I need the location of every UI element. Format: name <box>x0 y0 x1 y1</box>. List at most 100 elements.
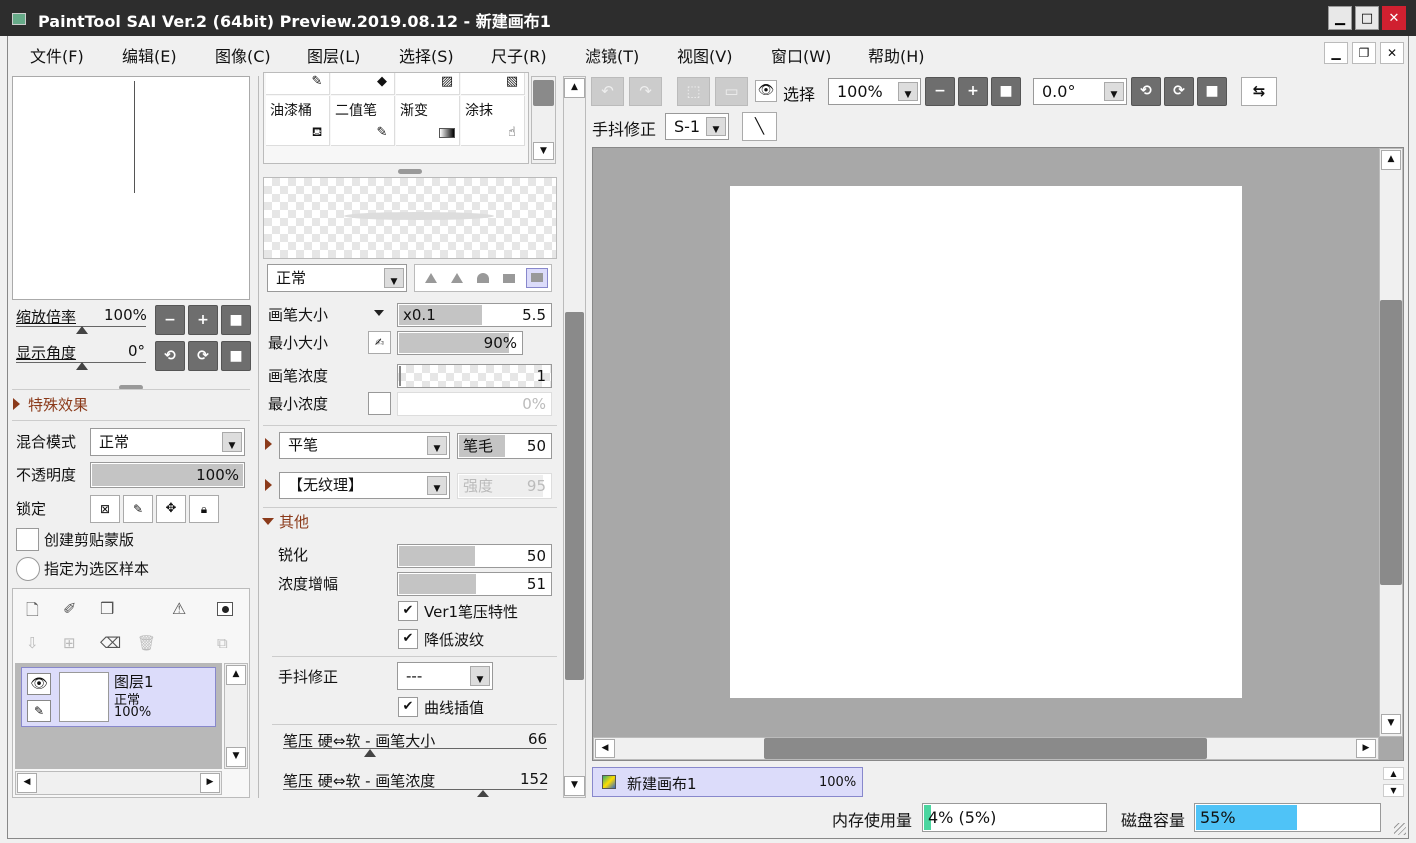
brush-edge-1-icon[interactable] <box>425 273 437 283</box>
canvas-stabilizer-select[interactable]: S-1 ▼ <box>665 113 729 140</box>
canvas-angle-select[interactable]: 0.0° ▼ <box>1033 78 1127 105</box>
doc-restore-button[interactable]: ❐ <box>1352 42 1376 64</box>
blend-mode-select[interactable]: 正常 ▼ <box>90 428 245 456</box>
brush-panel-scroll-thumb[interactable] <box>565 312 584 680</box>
zoom-slider-handle[interactable] <box>76 326 88 334</box>
texture-expand-icon[interactable] <box>265 479 272 491</box>
menu-window[interactable]: 窗口(W) <box>771 43 831 67</box>
brush-edge-4-icon[interactable] <box>503 274 515 283</box>
delete-layer-icon[interactable]: 🗑︎ <box>137 634 156 652</box>
doc-close-button[interactable]: ✕ <box>1380 42 1404 64</box>
brush-type-select[interactable]: 平笔 ▼ <box>279 432 450 459</box>
invert-selection-button[interactable]: ▭ <box>715 77 748 106</box>
new-linework-layer-icon[interactable]: ✐ <box>63 599 76 618</box>
layer-row-1[interactable]: 👁︎ ✎ 图层1 正常 100% <box>21 667 216 727</box>
layer-scroll-up-button[interactable]: ▲ <box>226 665 246 685</box>
tool-grid-scroll-down-button[interactable]: ▼ <box>533 142 554 160</box>
sharpen-slider[interactable]: 50 <box>397 544 552 568</box>
brush-edge-5-icon[interactable] <box>526 268 548 288</box>
undo-button[interactable]: ↶ <box>591 77 624 106</box>
selection-sample-radio[interactable] <box>16 557 40 581</box>
pen-icon[interactable]: ✎ <box>27 700 51 722</box>
texture-select[interactable]: 【无纹理】 ▼ <box>279 472 450 499</box>
tool-grid-scroll-thumb[interactable] <box>533 80 554 106</box>
maximize-button[interactable]: □ <box>1355 6 1379 30</box>
canvas-rotate-reset-button[interactable]: ■ <box>1197 77 1227 106</box>
opacity-slider[interactable]: 100% <box>90 462 245 488</box>
menu-help[interactable]: 帮助(H) <box>868 43 925 67</box>
tool-eraser[interactable]: ◆ <box>331 73 395 95</box>
effects-label[interactable]: 特殊效果 <box>28 394 88 415</box>
lock-move-icon[interactable]: ✥ <box>156 495 186 523</box>
menu-file[interactable]: 文件(F) <box>30 43 84 67</box>
menu-filter[interactable]: 滤镜(T) <box>585 43 639 67</box>
deselect-button[interactable]: ⬚ <box>677 77 710 106</box>
canvas-viewport[interactable] <box>592 147 1404 761</box>
brush-size-slider[interactable]: x0.1 5.5 <box>397 303 552 327</box>
resize-grip-icon[interactable] <box>1394 823 1406 835</box>
canvas-vscroll-thumb[interactable] <box>1380 300 1402 585</box>
zoom-in-button[interactable]: + <box>188 305 218 335</box>
canvas-rotate-right-button[interactable]: ⟳ <box>1164 77 1194 106</box>
clear-layer-icon[interactable]: ⌫ <box>100 634 121 652</box>
bristle-slider[interactable]: 笔毛 50 <box>457 433 552 459</box>
pressure-density-slider[interactable] <box>283 789 547 790</box>
flip-horizontal-button[interactable]: ⇆ <box>1241 77 1277 106</box>
minimize-button[interactable]: ▁ <box>1328 6 1352 30</box>
layer-scroll-left-button[interactable]: ◀ <box>17 773 37 793</box>
menu-image[interactable]: 图像(C) <box>215 43 271 67</box>
canvas-scroll-down-button[interactable]: ▼ <box>1381 714 1401 734</box>
canvas-hscroll-thumb[interactable] <box>764 738 1207 759</box>
layer-scroll-right-button[interactable]: ▶ <box>200 773 220 793</box>
size-mult-dropdown-icon[interactable] <box>374 310 384 316</box>
straight-line-button[interactable]: ╲ <box>742 112 777 141</box>
canvas-scroll-up-button[interactable]: ▲ <box>1381 150 1401 170</box>
apply-mask-icon[interactable]: ⧉ <box>217 634 228 652</box>
tabs-scroll-up-button[interactable]: ▲ <box>1383 767 1404 780</box>
tool-smudge[interactable]: 涂抹 ☝︎ <box>461 96 525 146</box>
lock-transparency-icon[interactable]: ⊠ <box>90 495 120 523</box>
min-density-slider[interactable]: 0% <box>397 392 552 416</box>
canvas-zoom-select[interactable]: 100% ▼ <box>828 78 921 105</box>
tool-gradient[interactable]: 渐变 <box>396 96 460 146</box>
min-density-toggle[interactable] <box>368 392 391 415</box>
brush-edge-2-icon[interactable] <box>451 273 463 283</box>
tool-binary-pen[interactable]: 二值笔 ✎ <box>331 96 395 146</box>
ver1-pressure-checkbox[interactable]: ✔ <box>398 601 418 621</box>
canvas-scroll-right-button[interactable]: ▶ <box>1356 739 1376 758</box>
menu-select[interactable]: 选择(S) <box>399 43 454 67</box>
tool-bucket[interactable]: 油漆桶 ⛾ <box>266 96 330 146</box>
pressure-size-handle[interactable] <box>364 749 376 757</box>
panel-splitter-handle[interactable] <box>398 169 422 174</box>
canvas-scroll-left-button[interactable]: ◀ <box>595 739 615 758</box>
lock-all-icon[interactable]: 🔒︎ <box>189 495 219 523</box>
brush-edge-3-icon[interactable] <box>477 273 489 283</box>
layer-scroll-down-button[interactable]: ▼ <box>226 747 246 767</box>
canvas-zoom-reset-button[interactable]: ■ <box>991 77 1021 106</box>
rotate-reset-button[interactable]: ■ <box>221 341 251 371</box>
other-collapse-icon[interactable] <box>262 518 274 525</box>
drawing-canvas[interactable] <box>730 186 1242 698</box>
reduce-moire-checkbox[interactable]: ✔ <box>398 629 418 649</box>
zoom-reset-button[interactable]: ■ <box>221 305 251 335</box>
rotate-left-button[interactable]: ⟲ <box>155 341 185 371</box>
brush-density-slider[interactable]: 1 <box>397 364 552 388</box>
zoom-out-button[interactable]: − <box>155 305 185 335</box>
transfer-down-icon[interactable]: ⊞ <box>63 634 76 652</box>
curve-interp-checkbox[interactable]: ✔ <box>398 697 418 717</box>
min-size-slider[interactable]: 90% <box>397 331 523 355</box>
tabs-scroll-down-button[interactable]: ▼ <box>1383 784 1404 797</box>
rotate-right-button[interactable]: ⟳ <box>188 341 218 371</box>
effects-expand-icon[interactable] <box>13 398 20 410</box>
navigator-preview[interactable] <box>12 76 250 300</box>
brush-shape-select[interactable]: 正常 ▼ <box>267 264 407 292</box>
merge-down-icon[interactable]: ⇩ <box>26 634 39 652</box>
canvas-tab[interactable]: 新建画布1 100% <box>592 767 863 797</box>
brush-stabilizer-select[interactable]: --- ▼ <box>397 662 493 690</box>
tool-select-pen[interactable]: ▨ <box>396 73 460 95</box>
menu-ruler[interactable]: 尺子(R) <box>491 43 547 67</box>
canvas-zoom-out-button[interactable]: − <box>925 77 955 106</box>
menu-view[interactable]: 视图(V) <box>677 43 732 67</box>
clip-mask-checkbox[interactable] <box>16 528 39 551</box>
new-folder-icon[interactable]: ❒ <box>100 599 114 618</box>
